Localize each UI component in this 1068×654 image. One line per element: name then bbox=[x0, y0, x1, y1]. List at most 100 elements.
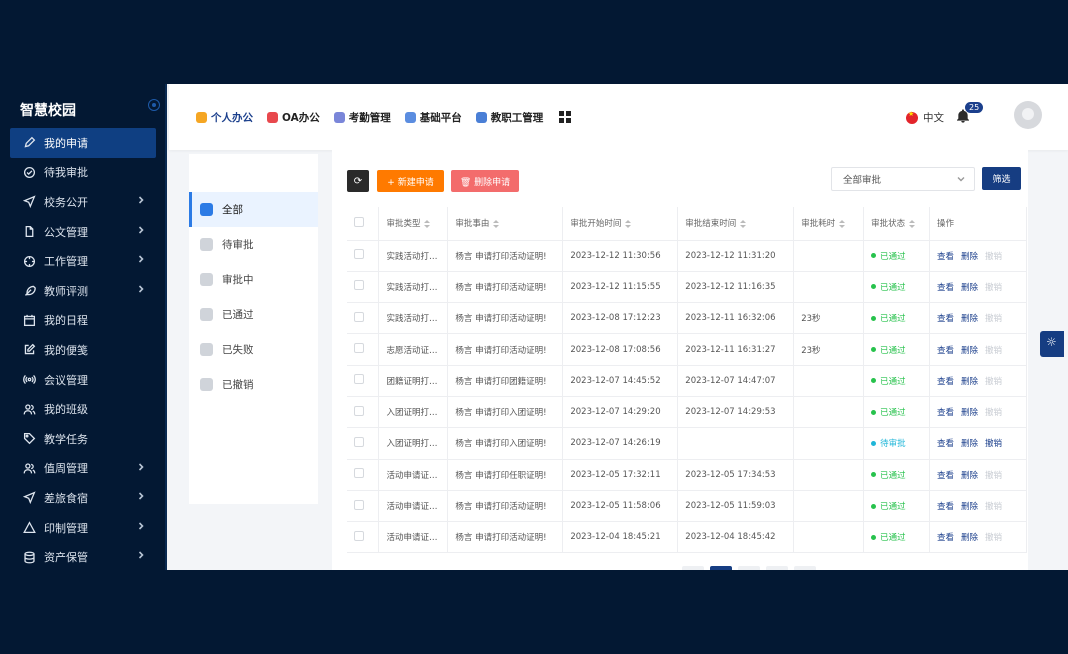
delete-link[interactable]: 删除 bbox=[961, 408, 978, 418]
sidebar-toggle-icon[interactable] bbox=[148, 99, 160, 111]
avatar[interactable] bbox=[1014, 101, 1042, 129]
new-request-button[interactable]: + 新建申请 bbox=[377, 170, 444, 192]
approval-filter-select[interactable]: 全部审批 bbox=[831, 167, 975, 191]
row-checkbox[interactable] bbox=[354, 280, 364, 291]
delete-link[interactable]: 删除 bbox=[961, 471, 978, 481]
status-tab[interactable]: 已通过 bbox=[189, 297, 318, 332]
row-checkbox[interactable] bbox=[354, 436, 364, 447]
delete-link[interactable]: 删除 bbox=[961, 502, 978, 512]
cancel-link[interactable]: 撤销 bbox=[985, 471, 1002, 481]
view-link[interactable]: 查看 bbox=[937, 346, 954, 356]
top-nav-item[interactable]: OA办公 bbox=[267, 110, 320, 125]
sort-icon[interactable] bbox=[839, 219, 846, 228]
column-header[interactable]: 审批开始时间 bbox=[562, 207, 679, 241]
cancel-link[interactable]: 撤销 bbox=[985, 408, 1002, 418]
sort-icon[interactable] bbox=[909, 219, 916, 228]
table-row[interactable]: 实践活动打… 杨言 申请打印活动证明! 2023-12-12 11:30:56 202… bbox=[347, 240, 1027, 272]
table-row[interactable]: 志愿活动证… 杨言 申请打印活动证明! 2023-12-08 17:08:56 202… bbox=[347, 333, 1027, 366]
sort-icon[interactable] bbox=[740, 219, 747, 228]
table-row[interactable]: 活动申请证… 杨言 申请打印活动证明! 2023-12-04 18:45:21 202… bbox=[347, 521, 1027, 554]
delete-request-button[interactable]: 🗑 删除申请 bbox=[451, 170, 519, 192]
sidebar-item[interactable]: 待我审批 bbox=[10, 158, 156, 188]
cancel-link[interactable]: 撤销 bbox=[985, 283, 1002, 293]
sidebar-item[interactable]: 资产保管 bbox=[10, 542, 156, 570]
page-button-current[interactable] bbox=[710, 566, 732, 570]
sidebar-item[interactable]: 我的日程 bbox=[10, 306, 156, 336]
row-checkbox[interactable] bbox=[354, 530, 364, 541]
column-header[interactable]: 审批结束时间 bbox=[677, 207, 795, 241]
cancel-link[interactable]: 撤销 bbox=[985, 502, 1002, 512]
sort-icon[interactable] bbox=[625, 219, 632, 228]
status-tab[interactable]: 待审批 bbox=[189, 227, 318, 262]
delete-link[interactable]: 删除 bbox=[961, 533, 978, 543]
view-link[interactable]: 查看 bbox=[937, 471, 954, 481]
table-row[interactable]: 入团证明打… 杨言 申请打印入团证明! 2023-12-07 14:26:19 待审批… bbox=[347, 427, 1027, 460]
row-checkbox[interactable] bbox=[354, 499, 364, 510]
table-row[interactable]: 实践活动打… 杨言 申请打印活动证明! 2023-12-12 11:15:55 202… bbox=[347, 271, 1027, 304]
view-link[interactable]: 查看 bbox=[937, 252, 954, 262]
delete-link[interactable]: 删除 bbox=[961, 346, 978, 356]
view-link[interactable]: 查看 bbox=[937, 377, 954, 387]
apps-grid-icon[interactable] bbox=[559, 111, 572, 123]
row-checkbox[interactable] bbox=[354, 468, 364, 479]
filter-button[interactable]: 筛选 bbox=[982, 167, 1021, 190]
row-checkbox[interactable] bbox=[354, 249, 364, 260]
view-link[interactable]: 查看 bbox=[937, 439, 954, 449]
status-tab[interactable]: 已撤销 bbox=[189, 367, 318, 402]
sidebar-item[interactable]: 工作管理 bbox=[10, 246, 156, 276]
sidebar-item[interactable]: 公文管理 bbox=[10, 217, 156, 247]
view-link[interactable]: 查看 bbox=[937, 314, 954, 324]
table-row[interactable]: 入团证明打… 杨言 申请打印入团证明! 2023-12-07 14:29:20 202… bbox=[347, 396, 1027, 429]
view-link[interactable]: 查看 bbox=[937, 502, 954, 512]
table-row[interactable]: 活动申请证… 杨言 申请打印任职证明! 2023-12-05 17:32:11 202… bbox=[347, 459, 1027, 491]
cancel-link[interactable]: 撤销 bbox=[985, 377, 1002, 387]
sort-icon[interactable] bbox=[424, 219, 431, 228]
sidebar-item[interactable]: 差旅食宿 bbox=[10, 483, 156, 513]
delete-link[interactable]: 删除 bbox=[961, 377, 978, 387]
sidebar-item[interactable]: 我的便笺 bbox=[10, 335, 156, 365]
view-link[interactable]: 查看 bbox=[937, 283, 954, 293]
top-nav-item[interactable]: 教职工管理 bbox=[475, 110, 543, 125]
sort-icon[interactable] bbox=[493, 219, 500, 228]
cancel-link[interactable]: 撤销 bbox=[985, 252, 1002, 262]
status-tab[interactable]: 全部 bbox=[189, 192, 318, 227]
table-row[interactable]: 团籍证明打… 杨言 申请打印团籍证明! 2023-12-07 14:45:52 202… bbox=[347, 365, 1027, 397]
settings-float-button[interactable] bbox=[1040, 331, 1064, 357]
row-checkbox[interactable] bbox=[354, 374, 364, 385]
language-switch[interactable]: 中文 bbox=[906, 110, 944, 125]
column-header[interactable]: 审批类型 bbox=[378, 207, 449, 241]
cancel-link[interactable]: 撤销 bbox=[985, 314, 1002, 324]
delete-link[interactable]: 删除 bbox=[961, 283, 978, 293]
page-button[interactable] bbox=[794, 566, 816, 570]
sidebar-item[interactable]: 我的申请 bbox=[10, 128, 156, 158]
select-all-checkbox[interactable] bbox=[354, 216, 364, 227]
sidebar-item[interactable]: 教师评测 bbox=[10, 276, 156, 306]
status-tab[interactable]: 审批中 bbox=[189, 262, 318, 297]
delete-link[interactable]: 删除 bbox=[961, 439, 978, 449]
view-link[interactable]: 查看 bbox=[937, 408, 954, 418]
cancel-link[interactable]: 撤销 bbox=[985, 439, 1002, 449]
row-checkbox[interactable] bbox=[354, 311, 364, 322]
refresh-button[interactable]: ⟳ bbox=[347, 170, 369, 192]
column-header[interactable]: 审批事由 bbox=[447, 207, 564, 241]
column-header[interactable]: 审批状态 bbox=[863, 207, 930, 241]
row-checkbox[interactable] bbox=[354, 343, 364, 354]
top-nav-item[interactable]: 基础平台 bbox=[404, 110, 462, 125]
sidebar-item[interactable]: 会议管理 bbox=[10, 365, 156, 395]
page-button[interactable] bbox=[682, 566, 704, 570]
sidebar-item[interactable]: 校务公开 bbox=[10, 187, 156, 217]
sidebar-item[interactable]: 教学任务 bbox=[10, 424, 156, 454]
sidebar-item[interactable]: 印制管理 bbox=[10, 513, 156, 543]
delete-link[interactable]: 删除 bbox=[961, 314, 978, 324]
delete-link[interactable]: 删除 bbox=[961, 252, 978, 262]
page-button[interactable] bbox=[738, 566, 760, 570]
table-row[interactable]: 活动申请证… 杨言 申请打印活动证明! 2023-12-05 11:58:06 202… bbox=[347, 490, 1027, 523]
top-nav-item[interactable]: 个人办公 bbox=[196, 110, 253, 125]
row-checkbox[interactable] bbox=[354, 405, 364, 416]
column-header[interactable]: 审批耗时 bbox=[793, 207, 865, 241]
sidebar-item[interactable]: 值周管理 bbox=[10, 454, 156, 484]
status-tab[interactable]: 已失败 bbox=[189, 332, 318, 367]
top-nav-item[interactable]: 考勤管理 bbox=[333, 110, 391, 125]
view-link[interactable]: 查看 bbox=[937, 533, 954, 543]
table-row[interactable]: 实践活动打… 杨言 申请打印活动证明! 2023-12-08 17:12:23 202… bbox=[347, 302, 1027, 335]
